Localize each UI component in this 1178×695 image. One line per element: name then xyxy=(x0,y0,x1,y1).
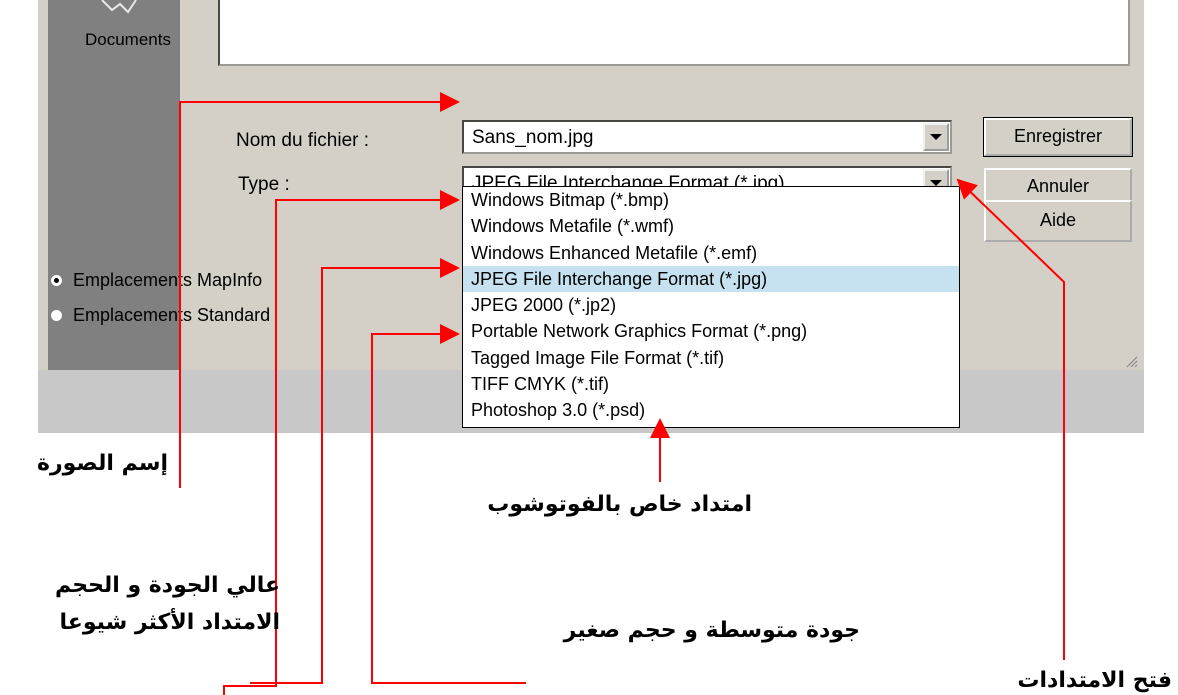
callout-most-common xyxy=(250,258,460,684)
annotation-high-quality: عالي الجودة و الحجم xyxy=(55,573,280,598)
callout-open-extensions xyxy=(956,178,1065,660)
annotation-open-extensions: فتح الامتدادات xyxy=(1017,668,1172,693)
annotation-image-name: إسم الصورة xyxy=(36,451,168,476)
annotation-photoshop-extension: امتداد خاص بالفوتوشوب xyxy=(487,492,752,517)
callout-image-name xyxy=(179,92,460,488)
annotation-most-common: الامتداد الأكثر شيوعا xyxy=(59,610,280,635)
annotation-medium-quality: جودة متوسطة و حجم صغير xyxy=(563,618,860,643)
